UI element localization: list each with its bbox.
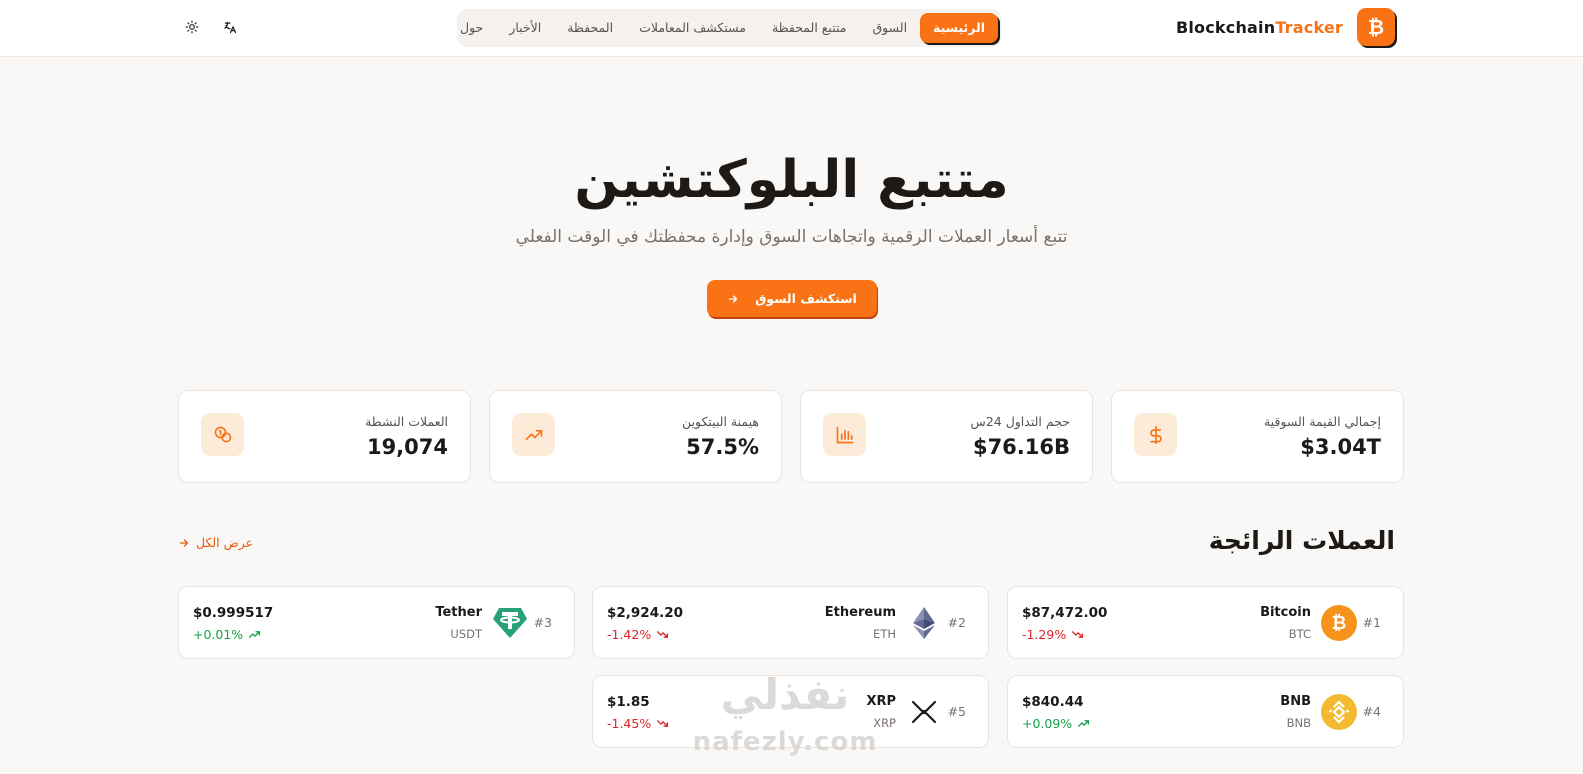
coin-name: Tether — [435, 605, 482, 620]
coin-name: Ethereum — [824, 605, 896, 620]
coin-rank: #1 — [1362, 615, 1381, 630]
bar-chart-icon — [823, 413, 866, 456]
theme-toggle-button[interactable] — [180, 15, 204, 39]
coin-symbol: ETH — [873, 627, 896, 641]
nav-item-market[interactable]: السوق — [859, 13, 920, 43]
trending-up-icon — [512, 413, 555, 456]
explore-market-button[interactable]: استكشف السوق — [707, 280, 877, 317]
ethereum-icon — [906, 605, 942, 641]
arrow-right-icon — [179, 538, 189, 547]
coins-icon — [201, 413, 244, 456]
nav-item-about[interactable]: حول — [447, 13, 496, 43]
brand-name-part2: Tracker — [1275, 17, 1343, 37]
coin-symbol: BNB — [1286, 716, 1311, 730]
change-value: -1.42% — [607, 627, 652, 642]
main-nav: الرئيسية السوق متتبع المحفظة مستكشف المع… — [457, 9, 1002, 47]
arrow-right-icon — [729, 294, 738, 303]
stat-label: حجم التداول 24س — [970, 414, 1070, 429]
stat-value: 19,074 — [366, 435, 448, 459]
nav-item-transaction-explorer[interactable]: مستكشف المعاملات — [626, 13, 759, 43]
stat-value: $76.16B — [972, 435, 1070, 459]
coin-change: -1.42% — [607, 627, 669, 642]
coin-price: $840.44 — [1022, 694, 1084, 710]
coin-card-ethereum[interactable]: #2 Ethereum ETH $2,924.20 -1.42% — [592, 586, 989, 659]
trending-down-icon — [657, 631, 669, 638]
brand-name-part1: Blockchain — [1175, 17, 1276, 37]
stat-value: $3.04T — [1300, 435, 1381, 459]
brand[interactable]: BlockchainTracker ₿ — [1176, 8, 1395, 46]
nav-item-news[interactable]: الأخبار — [496, 13, 554, 43]
coin-card-bitcoin[interactable]: #1 ₿ Bitcoin BTC $87,472.00 -1.29% — [1007, 586, 1404, 659]
nav-item-home[interactable]: الرئيسية — [920, 13, 998, 43]
top-navbar: الرئيسية السوق متتبع المحفظة مستكشف المع… — [0, 0, 1583, 57]
trending-up-icon — [249, 631, 261, 638]
brand-name: BlockchainTracker — [1176, 18, 1343, 37]
bitcoin-logo-icon: ₿ — [1357, 8, 1395, 46]
trending-title: العملات الرائجة — [1208, 526, 1395, 555]
coin-change: +0.01% — [193, 627, 261, 642]
tether-icon — [492, 605, 528, 641]
cta-label: استكشف السوق — [755, 291, 857, 306]
language-toggle-button[interactable] — [218, 15, 242, 39]
view-all-link[interactable]: عرض الكل — [178, 535, 253, 550]
stat-label: إجمالي القيمة السوقية — [1263, 414, 1381, 429]
translate-icon — [223, 21, 236, 33]
bnb-icon — [1321, 694, 1357, 730]
coin-rank: #3 — [533, 615, 552, 630]
trending-up-icon — [1078, 720, 1090, 727]
sun-icon — [185, 20, 199, 34]
coin-symbol: USDT — [450, 627, 482, 641]
coin-change: +0.09% — [1022, 716, 1090, 731]
stat-value: 57.5% — [686, 435, 759, 459]
stat-label: العملات النشطة — [365, 414, 448, 429]
coin-change: -1.45% — [607, 716, 669, 731]
change-value: -1.45% — [607, 716, 652, 731]
trending-down-icon — [657, 720, 669, 727]
coin-name: BNB — [1280, 694, 1311, 709]
coin-price: $87,472.00 — [1022, 605, 1108, 621]
stat-card-market-cap: إجمالي القيمة السوقية $3.04T — [1111, 390, 1404, 483]
logo-symbol: ₿ — [1367, 14, 1385, 39]
xrp-icon — [906, 694, 942, 730]
coin-card-xrp[interactable]: #5 XRP XRP $1.85 -1.45% — [592, 675, 989, 748]
hero-subtitle: تتبع أسعار العملات الرقمية واتجاهات السو… — [515, 227, 1068, 247]
coin-price: $0.999517 — [193, 605, 274, 621]
change-value: +0.01% — [193, 627, 244, 642]
stat-card-btc-dominance: هيمنة البيتكوين 57.5% — [489, 390, 782, 483]
coin-rank: #2 — [947, 615, 966, 630]
coin-change: -1.29% — [1022, 627, 1084, 642]
coin-price: $1.85 — [607, 694, 650, 710]
stat-card-active-coins: العملات النشطة 19,074 — [178, 390, 471, 483]
coin-symbol: XRP — [873, 716, 896, 730]
coin-symbol: BTC — [1288, 627, 1311, 641]
bitcoin-icon: ₿ — [1321, 605, 1357, 641]
coin-price: $2,924.20 — [607, 605, 684, 621]
coin-name: XRP — [866, 694, 896, 709]
nav-item-portfolio-tracker[interactable]: متتبع المحفظة — [759, 13, 860, 43]
nav-item-wallet[interactable]: المحفظة — [554, 13, 626, 43]
coin-rank: #5 — [947, 704, 966, 719]
stat-label: هيمنة البيتكوين — [682, 414, 759, 429]
stat-card-volume: حجم التداول 24س $76.16B — [800, 390, 1093, 483]
view-all-label: عرض الكل — [196, 535, 254, 550]
coin-rank: #4 — [1362, 704, 1381, 719]
change-value: -1.29% — [1022, 627, 1067, 642]
change-value: +0.09% — [1022, 716, 1073, 731]
dollar-icon — [1134, 413, 1177, 456]
coin-name: Bitcoin — [1260, 605, 1311, 620]
coin-card-bnb[interactable]: #4 BNB BNB $840.44 +0.09% — [1007, 675, 1404, 748]
hero-title: متتبع البلوكتشين — [574, 150, 1009, 210]
coin-card-tether[interactable]: #3 Tether USDT $0.999517 +0.01% — [178, 586, 575, 659]
trending-down-icon — [1072, 631, 1084, 638]
